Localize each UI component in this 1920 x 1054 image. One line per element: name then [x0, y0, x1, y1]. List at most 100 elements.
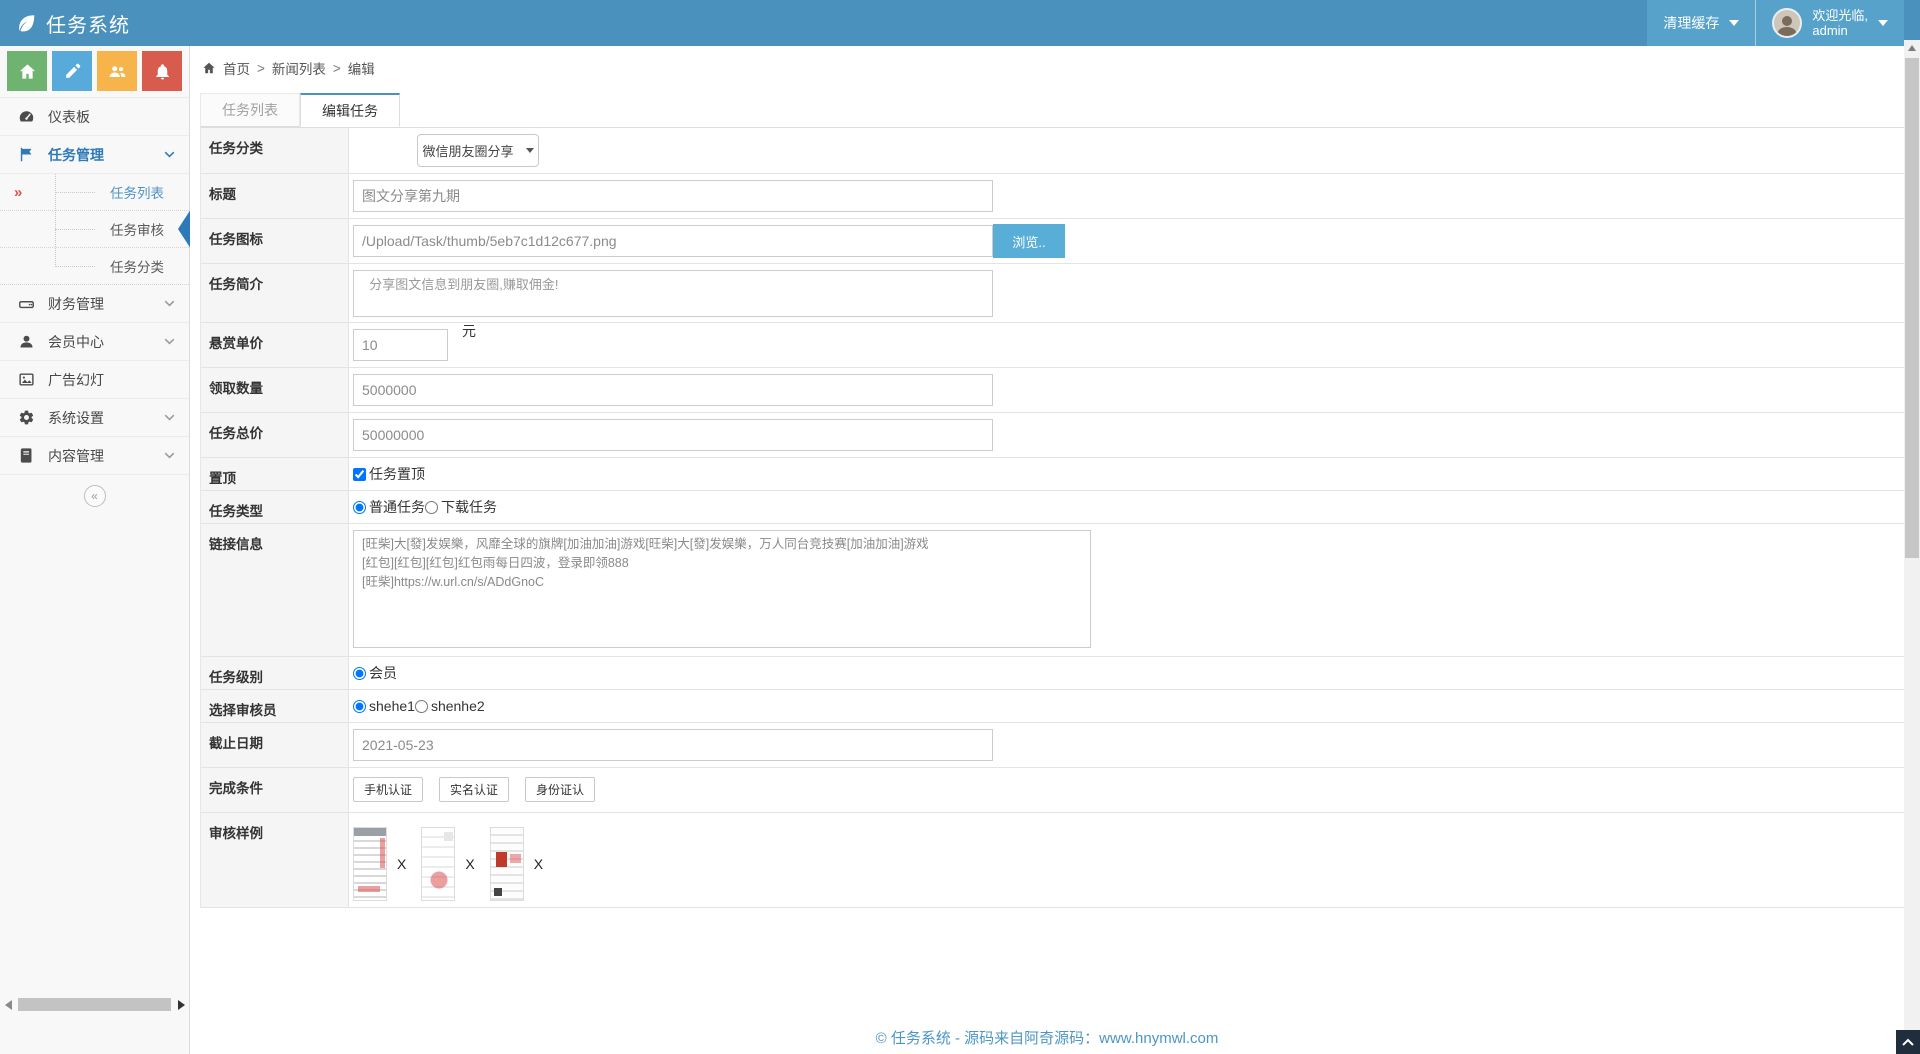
title-input[interactable] [353, 180, 993, 212]
pinned-checkbox[interactable] [353, 468, 366, 481]
edit-shortcut-button[interactable] [52, 51, 92, 91]
users-shortcut-button[interactable] [97, 51, 137, 91]
main-content: 首页 > 新闻列表 > 编辑 任务列表 编辑任务 任务分类 微信朋友圈分享 标题 [190, 46, 1904, 1054]
scroll-up-arrow-icon[interactable] [1904, 40, 1920, 56]
scroll-left-arrow-icon[interactable] [5, 1000, 12, 1010]
links-textarea[interactable]: [旺柴]大[發]发娱樂，风靡全球的旗牌[加油加油]游戏[旺柴]大[發]发娱樂，万… [353, 530, 1091, 648]
sidebar-item-member-center[interactable]: 会员中心 [0, 323, 189, 361]
clear-cache-label: 清理缓存 [1663, 13, 1719, 33]
form-row-price: 悬赏单价 元 [201, 323, 1904, 368]
sidebar-item-content-management[interactable]: 内容管理 [0, 437, 189, 475]
caret-down-icon [1878, 20, 1888, 26]
field-label: 任务简介 [201, 264, 349, 322]
field-label: 选择审核员 [201, 690, 349, 722]
type-download-radio[interactable] [425, 501, 438, 514]
app-brand[interactable]: 任务系统 [0, 0, 130, 46]
sidebar-item-task-list[interactable]: » 任务列表 [0, 174, 189, 211]
field-label: 完成条件 [201, 768, 349, 812]
sidebar-item-ad-slides[interactable]: 广告幻灯 [0, 361, 189, 399]
home-shortcut-button[interactable] [7, 51, 47, 91]
price-unit: 元 [462, 321, 476, 341]
reviewer1-radio[interactable] [353, 700, 366, 713]
condition-idcard-button[interactable]: 身份证认 [525, 777, 595, 802]
tab-edit-task[interactable]: 编辑任务 [300, 93, 400, 127]
deadline-input[interactable] [353, 729, 993, 761]
browse-button[interactable]: 浏览.. [993, 224, 1065, 258]
form-row-summary: 任务简介 分享图文信息到朋友圈,赚取佣金! [201, 264, 1904, 323]
breadcrumb-level3: 编辑 [348, 58, 375, 78]
icon-path-input[interactable] [353, 225, 993, 257]
sample-image-2[interactable] [421, 827, 455, 901]
breadcrumb-level2[interactable]: 新闻列表 [272, 58, 326, 78]
topbar-right: 清理缓存 欢迎光临, admin [1647, 0, 1904, 46]
sidebar-shortcuts [0, 46, 189, 97]
remove-sample-1-link[interactable]: X [397, 856, 406, 872]
condition-phone-button[interactable]: 手机认证 [353, 777, 423, 802]
summary-textarea[interactable]: 分享图文信息到朋友圈,赚取佣金! [353, 270, 993, 317]
form-row-conditions: 完成条件 手机认证 实名认证 身份证认 [201, 768, 1904, 813]
reviewer2-radio[interactable] [415, 700, 428, 713]
sidebar-item-task-review[interactable]: 任务审核 [0, 211, 189, 248]
back-to-top-button[interactable] [1896, 1030, 1920, 1054]
user-dropdown[interactable]: 欢迎光临, admin [1756, 0, 1904, 46]
vertical-scrollbar[interactable] [1904, 40, 1920, 1054]
form-row-deadline: 截止日期 [201, 723, 1904, 768]
sidebar-item-system-settings[interactable]: 系统设置 [0, 399, 189, 437]
sample-image-1[interactable] [353, 827, 387, 901]
welcome-text: 欢迎光临, admin [1812, 8, 1868, 38]
field-label: 置顶 [201, 458, 349, 490]
sidebar-item-task-category[interactable]: 任务分类 [0, 248, 189, 285]
gauge-icon [18, 108, 35, 125]
notifications-shortcut-button[interactable] [142, 51, 182, 91]
sidebar-item-label: 仪表板 [48, 107, 90, 127]
category-selected-value: 微信朋友圈分享 [422, 141, 513, 160]
form-row-links: 链接信息 [旺柴]大[發]发娱樂，风靡全球的旗牌[加油加油]游戏[旺柴]大[發]… [201, 524, 1904, 657]
gear-icon [18, 409, 35, 426]
form-row-category: 任务分类 微信朋友圈分享 [201, 128, 1904, 174]
vertical-scrollbar-thumb[interactable] [1905, 58, 1919, 558]
total-input[interactable] [353, 419, 993, 451]
field-label: 任务图标 [201, 219, 349, 263]
field-label: 任务类型 [201, 491, 349, 523]
sidebar-item-finance[interactable]: 财务管理 [0, 285, 189, 323]
double-chevron-left-icon: « [91, 489, 98, 503]
sidebar-horizontal-scrollbar[interactable] [0, 997, 190, 1012]
sidebar-item-dashboard[interactable]: 仪表板 [0, 98, 189, 136]
chevron-down-icon [164, 151, 175, 158]
active-marker-icon: » [14, 184, 22, 201]
reviewer1-label: shehe1 [369, 698, 415, 714]
remove-sample-3-link[interactable]: X [534, 856, 543, 872]
form-row-quantity: 领取数量 [201, 368, 1904, 413]
home-icon [18, 62, 37, 81]
price-input[interactable] [353, 329, 448, 361]
remove-sample-2-link[interactable]: X [465, 856, 474, 872]
avatar [1772, 8, 1802, 38]
field-label: 任务总价 [201, 413, 349, 457]
app-header: 任务系统 清理缓存 欢迎光临, admin [0, 0, 1920, 46]
breadcrumb-separator: > [333, 61, 341, 76]
app-title: 任务系统 [46, 9, 130, 38]
task-management-submenu: » 任务列表 任务审核 任务分类 [0, 174, 189, 285]
drive-icon [18, 295, 35, 312]
clear-cache-dropdown[interactable]: 清理缓存 [1647, 0, 1755, 46]
horizontal-scrollbar-thumb[interactable] [18, 998, 171, 1011]
tab-task-list[interactable]: 任务列表 [200, 93, 300, 127]
quantity-input[interactable] [353, 374, 993, 406]
chevron-down-icon [164, 414, 175, 421]
form-row-title: 标题 [201, 174, 1904, 219]
category-select[interactable]: 微信朋友圈分享 [417, 134, 539, 167]
sidebar: 仪表板 任务管理 » 任务列表 任务审核 任务分类 [0, 46, 190, 1054]
chevron-down-icon [164, 300, 175, 307]
type-normal-radio[interactable] [353, 501, 366, 514]
level-member-radio[interactable] [353, 667, 366, 680]
sidebar-collapse-button[interactable]: « [84, 485, 106, 507]
scroll-right-arrow-icon[interactable] [178, 1000, 185, 1010]
breadcrumb: 首页 > 新闻列表 > 编辑 [190, 46, 1904, 90]
image-icon [18, 371, 35, 388]
sample-image-3[interactable] [490, 827, 524, 901]
breadcrumb-home[interactable]: 首页 [223, 58, 250, 78]
username: admin [1812, 23, 1868, 38]
condition-realname-button[interactable]: 实名认证 [439, 777, 509, 802]
field-label: 链接信息 [201, 524, 349, 656]
sidebar-item-task-management[interactable]: 任务管理 [0, 136, 189, 174]
